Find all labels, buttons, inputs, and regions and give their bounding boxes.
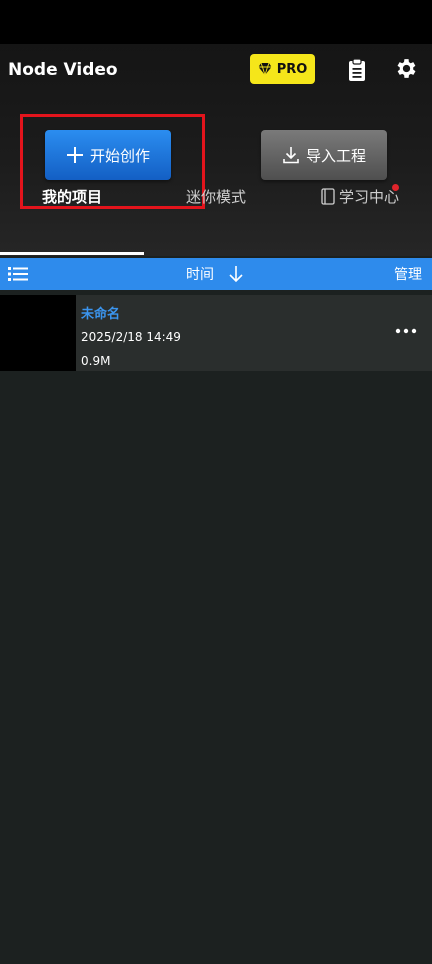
tab-mini-mode[interactable]: 迷你模式 (144, 178, 288, 214)
arrow-down-icon[interactable] (228, 265, 244, 283)
sort-by-time[interactable]: 时间 (186, 264, 214, 284)
more-icon[interactable] (394, 327, 418, 335)
notification-dot (392, 184, 399, 191)
plus-icon (66, 147, 83, 163)
project-name: 未命名 (81, 307, 121, 322)
import-project-button[interactable]: 导入工程 (261, 130, 387, 180)
clipboard-icon[interactable] (346, 58, 368, 82)
project-date: 2025/2/18 14:49 (81, 330, 181, 344)
start-create-label: 开始创作 (89, 146, 150, 165)
tab-label: 我的项目 (41, 187, 102, 206)
import-project-label: 导入工程 (305, 146, 366, 165)
tab-my-projects[interactable]: 我的项目 (0, 178, 144, 214)
app-title: Node Video (8, 60, 118, 80)
pro-label: PRO (276, 61, 308, 77)
tab-learning-center[interactable]: 学习中心 (288, 178, 432, 214)
start-create-button[interactable]: 开始创作 (45, 130, 171, 180)
project-item[interactable]: 未命名 2025/2/18 14:49 0.9M (0, 295, 432, 371)
tab-label: 学习中心 (338, 187, 399, 206)
status-bar (0, 0, 432, 44)
project-size: 0.9M (81, 354, 111, 368)
header: Node Video PRO 开始创作 导入工程 (0, 44, 432, 256)
project-thumbnail[interactable] (0, 295, 76, 371)
list-icon[interactable] (8, 266, 28, 282)
gear-icon[interactable] (394, 56, 419, 81)
diamond-icon (258, 62, 272, 76)
pro-button[interactable]: PRO (250, 54, 315, 84)
book-icon (321, 187, 335, 205)
tab-label: 迷你模式 (185, 187, 246, 206)
manage-button[interactable]: 管理 (394, 264, 422, 284)
active-tab-indicator (0, 252, 144, 255)
tab-bar: 我的项目 迷你模式 学习中心 (0, 178, 432, 214)
download-icon (283, 147, 299, 164)
sort-bar: 时间 管理 (0, 258, 432, 290)
